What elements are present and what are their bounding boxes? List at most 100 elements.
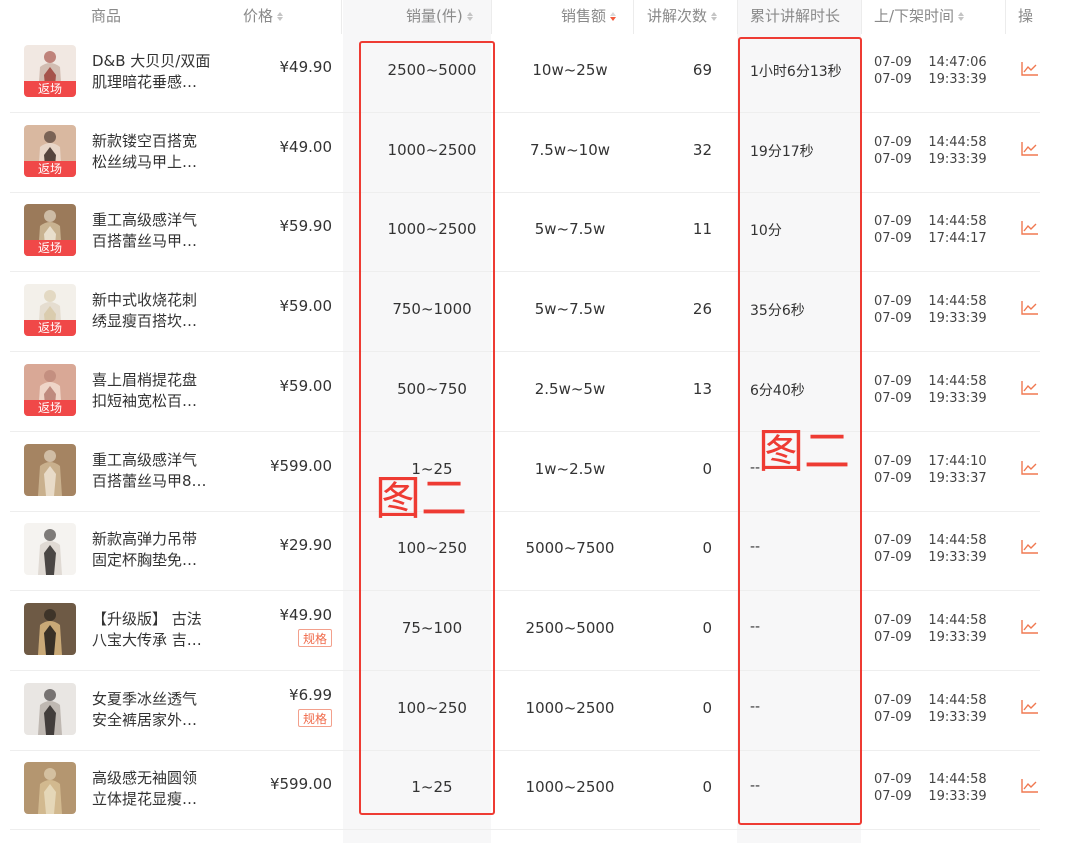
trend-chart-icon[interactable]: [1020, 300, 1040, 316]
trend-chart-icon[interactable]: [1020, 220, 1040, 236]
product-price: ¥59.00: [279, 376, 333, 395]
table-row[interactable]: 返场 新中式收烧花刺 绣显瘦百搭坎… ¥59.00 750~1000 5w~7.5w 26 3…: [10, 272, 1040, 353]
off-shelf-time: 07-09 19:33:39: [874, 151, 987, 167]
explain-times: 69: [692, 61, 712, 79]
trend-chart-icon[interactable]: [1020, 619, 1040, 635]
explain-times: 26: [692, 300, 712, 319]
header-price[interactable]: 价格: [243, 0, 284, 34]
product-thumbnail[interactable]: [24, 443, 76, 496]
product-price: ¥59.00: [279, 297, 333, 316]
product-thumbnail[interactable]: [24, 762, 76, 815]
table-row[interactable]: 新款高弹力吊带 固定杯胸垫免… ¥29.90 100~250 5000~7500 0 -- 0…: [10, 511, 1040, 592]
explain-times: 0: [702, 539, 712, 558]
product-name-line-1: 新中式收烧花刺: [92, 291, 198, 310]
off-shelf-time: 07-09 19:33:39: [874, 390, 987, 406]
product-thumbnail[interactable]: 返场: [24, 284, 76, 337]
product-name-line-2: 立体提花显瘦…: [92, 790, 198, 809]
table-row[interactable]: 返场 喜上眉梢提花盘 扣短袖宽松百… ¥59.00 500~750 2.5w~5w 13 6分…: [10, 352, 1040, 432]
sales-amount: 7.5w~10w: [529, 140, 611, 159]
table-row[interactable]: 返场 重工高级感洋气 百搭蕾丝马甲… ¥59.90 1000~2500 5w~7.5w 11…: [10, 192, 1040, 273]
product-name[interactable]: 【升级版】 古法 八宝大传承 吉…: [92, 609, 227, 651]
explain-times: 0: [702, 459, 712, 478]
spec-tag[interactable]: 规格: [298, 628, 332, 647]
sales-amount: 1000~2500: [525, 778, 615, 797]
product-name-line-2: 固定杯胸垫免…: [92, 551, 198, 570]
header-explain-times[interactable]: 讲解次数: [647, 0, 718, 34]
return-tag: 返场: [24, 81, 76, 97]
off-shelf-time: 07-09 17:44:17: [874, 231, 987, 247]
header-divider: [1005, 0, 1006, 34]
product-name[interactable]: 喜上眉梢提花盘 扣短袖宽松百…: [92, 370, 227, 412]
header-amount[interactable]: 销售额: [561, 0, 617, 34]
on-shelf-time: 07-09 14:44:58: [874, 134, 987, 150]
off-shelf-time: 07-09 19:33:39: [874, 311, 987, 327]
table-row[interactable]: 重工高级感洋气 百搭蕾丝马甲8… ¥599.00 1~25 1w~2.5w 0 -- 07-0…: [10, 432, 1040, 512]
annotation-label-right: 图二: [758, 424, 850, 478]
table-row[interactable]: 女夏季冰丝透气 安全裤居家外… ¥6.99 规格 100~250 1000~2500 0 --…: [10, 671, 1040, 751]
product-name[interactable]: 高级感无袖圆领 立体提花显瘦…: [92, 768, 227, 810]
product-thumbnail[interactable]: [24, 523, 76, 576]
product-image: [24, 682, 76, 735]
sales-amount: 5000~7500: [525, 539, 615, 558]
header-shelf-time[interactable]: 上/下架时间: [874, 0, 965, 34]
product-name-line-2: 松丝绒马甲上…: [92, 152, 198, 171]
trend-chart-icon[interactable]: [1020, 699, 1040, 715]
product-name-line-1: 新款镂空百搭宽: [92, 131, 198, 150]
product-image: [24, 602, 76, 655]
product-thumbnail[interactable]: 返场: [24, 204, 76, 257]
sort-desc-active-icon[interactable]: [610, 11, 617, 22]
trend-chart-icon[interactable]: [1020, 141, 1040, 157]
product-image: [24, 523, 76, 576]
header-divider: [341, 0, 342, 34]
product-name-line-2: 百搭蕾丝马甲8…: [92, 471, 207, 490]
product-name[interactable]: D&B 大贝贝/双面 肌理暗花垂感…: [92, 51, 227, 93]
sort-icon[interactable]: [466, 11, 473, 22]
annotation-box-sales: [359, 41, 495, 815]
trend-chart-icon[interactable]: [1020, 778, 1040, 794]
header-sales[interactable]: 销量(件): [406, 0, 473, 34]
on-shelf-time: 07-09 14:47:06: [874, 55, 987, 70]
explain-times: 0: [702, 618, 712, 637]
row-divider: [10, 829, 1040, 831]
trend-chart-icon[interactable]: [1020, 380, 1040, 396]
table-row[interactable]: 返场 新款镂空百搭宽 松丝绒马甲上… ¥49.00 1000~2500 7.5w~10w 3…: [10, 113, 1040, 193]
trend-chart-icon[interactable]: [1020, 460, 1040, 476]
header-explain-duration: 累计讲解时长: [750, 7, 841, 25]
product-image: [24, 762, 76, 815]
trend-chart-icon[interactable]: [1020, 539, 1040, 555]
on-shelf-time: 07-09 14:44:58: [874, 373, 987, 389]
spec-tag[interactable]: 规格: [298, 708, 332, 727]
table-row[interactable]: 返场 D&B 大贝贝/双面 肌理暗花垂感… ¥49.90 2500~5000 10w~25…: [10, 33, 1040, 113]
product-name[interactable]: 重工高级感洋气 百搭蕾丝马甲…: [92, 210, 227, 252]
on-shelf-time: 07-09 14:44:58: [874, 533, 987, 549]
product-name-line-2: 百搭蕾丝马甲…: [92, 232, 198, 251]
sort-icon[interactable]: [277, 11, 284, 22]
product-thumbnail[interactable]: [24, 682, 76, 735]
table-row[interactable]: 【升级版】 古法 八宝大传承 吉… ¥49.90 规格 75~100 2500~5000 0…: [10, 591, 1040, 671]
return-tag: 返场: [24, 240, 76, 257]
product-name[interactable]: 女夏季冰丝透气 安全裤居家外…: [92, 689, 227, 731]
sales-amount: 5w~7.5w: [534, 220, 606, 239]
product-name-line-1: 重工高级感洋气: [92, 211, 198, 230]
off-shelf-time: 07-09 19:33:39: [874, 550, 987, 566]
sort-icon[interactable]: [711, 11, 718, 22]
product-name[interactable]: 重工高级感洋气 百搭蕾丝马甲8…: [92, 450, 227, 492]
product-name-line-2: 扣短袖宽松百…: [92, 391, 198, 410]
product-name-line-2: 肌理暗花垂感…: [92, 73, 198, 91]
product-thumbnail[interactable]: 返场: [24, 45, 76, 97]
product-price: ¥49.90: [279, 58, 333, 76]
table-row[interactable]: 高级感无袖圆领 立体提花显瘦… ¥599.00 1~25 1000~2500 0 -- 07-…: [10, 750, 1040, 831]
product-name[interactable]: 新款镂空百搭宽 松丝绒马甲上…: [92, 131, 227, 173]
product-thumbnail[interactable]: 返场: [24, 363, 76, 416]
header-operation: 操: [1018, 7, 1034, 25]
sort-icon[interactable]: [958, 11, 965, 22]
trend-chart-icon[interactable]: [1020, 61, 1040, 77]
product-name[interactable]: 新款高弹力吊带 固定杯胸垫免…: [92, 529, 227, 571]
product-thumbnail[interactable]: 返场: [24, 124, 76, 177]
product-price: ¥6.99: [289, 685, 332, 704]
sales-amount: 2.5w~5w: [534, 379, 606, 398]
off-shelf-time: 07-09 19:33:37: [874, 470, 987, 486]
explain-times: 11: [692, 220, 712, 239]
product-name[interactable]: 新中式收烧花刺 绣显瘦百搭坎…: [92, 290, 227, 332]
product-thumbnail[interactable]: [24, 602, 76, 655]
